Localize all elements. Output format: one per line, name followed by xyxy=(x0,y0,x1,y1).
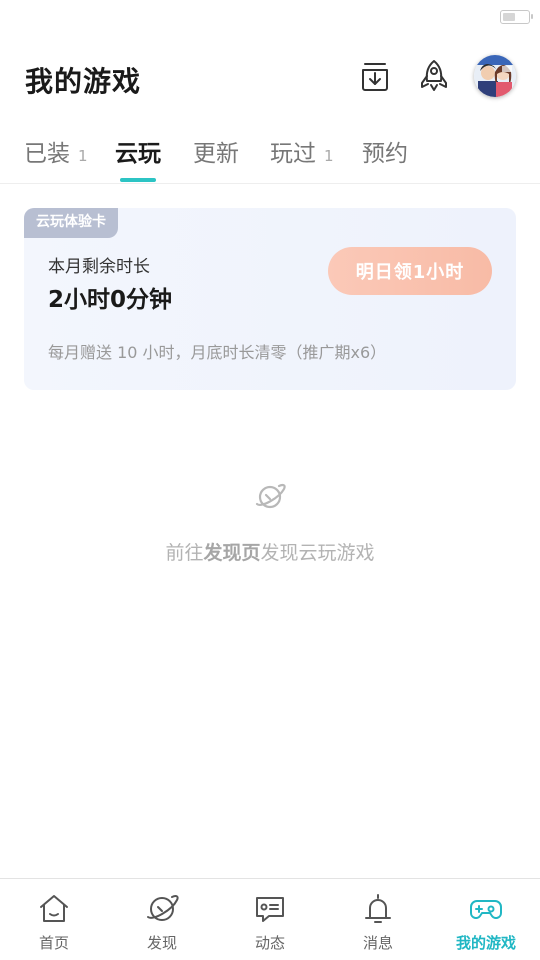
nav-label: 发现 xyxy=(146,934,177,952)
tab-count: 1 xyxy=(78,147,88,165)
chat-icon xyxy=(252,891,288,927)
tab-updates[interactable]: 更新 xyxy=(193,134,239,168)
home-icon xyxy=(36,891,72,927)
nav-feed[interactable]: 动态 xyxy=(216,879,324,960)
tab-label: 云玩 xyxy=(115,141,161,167)
tab-label: 更新 xyxy=(193,141,239,167)
tab-played[interactable]: 玩过 1 xyxy=(270,134,334,168)
nav-messages[interactable]: 消息 xyxy=(324,879,432,960)
tab-active-indicator xyxy=(120,178,156,182)
nav-discover[interactable]: 发现 xyxy=(108,879,216,960)
bell-icon xyxy=(360,891,396,927)
battery-icon xyxy=(500,10,533,24)
planet-icon xyxy=(144,891,180,927)
status-bar xyxy=(0,0,540,36)
tab-reservations[interactable]: 预约 xyxy=(362,134,408,168)
header: 我的游戏 xyxy=(0,50,540,106)
cloud-play-card: 云玩体验卡 本月剩余时长 2小时0分钟 明日领1小时 每月赠送 10 小时，月底… xyxy=(24,208,516,390)
gamepad-icon xyxy=(468,891,504,927)
discover-page-link[interactable]: 发现页 xyxy=(203,542,260,564)
nav-label: 消息 xyxy=(362,934,393,952)
tab-label: 预约 xyxy=(362,141,408,167)
tab-label: 已装 xyxy=(24,141,70,167)
rocket-icon[interactable] xyxy=(414,56,454,96)
remaining-time-label: 本月剩余时长 xyxy=(48,257,150,277)
empty-state: 前往发现页发现云玩游戏 xyxy=(0,480,540,565)
tab-cloud-play[interactable]: 云玩 xyxy=(115,134,161,168)
tab-installed[interactable]: 已装 1 xyxy=(24,134,88,168)
page-title: 我的游戏 xyxy=(25,65,142,98)
claim-hour-button[interactable]: 明日领1小时 xyxy=(328,247,492,295)
cloud-card-tag: 云玩体验卡 xyxy=(24,208,118,238)
tab-bar: 已装 1 云玩 更新 玩过 1 预约 xyxy=(0,130,540,184)
empty-prefix: 前往 xyxy=(165,542,204,564)
avatar[interactable] xyxy=(474,55,516,97)
planet-icon xyxy=(253,480,287,514)
nav-label: 动态 xyxy=(254,934,285,952)
empty-state-text: 前往发现页发现云玩游戏 xyxy=(0,538,540,565)
cloud-card-note: 每月赠送 10 小时，月底时长清零（推广期x6） xyxy=(48,343,387,362)
download-icon[interactable] xyxy=(355,56,395,96)
nav-home[interactable]: 首页 xyxy=(0,879,108,960)
empty-suffix: 发现云玩游戏 xyxy=(260,542,375,564)
bottom-nav: 首页 发现 动态 消息 我的游戏 xyxy=(0,878,540,960)
nav-label: 我的游戏 xyxy=(455,934,516,952)
remaining-time-value: 2小时0分钟 xyxy=(48,287,173,313)
nav-label: 首页 xyxy=(38,934,69,952)
tab-count: 1 xyxy=(324,147,334,165)
tab-label: 玩过 xyxy=(270,141,316,167)
nav-my-games[interactable]: 我的游戏 xyxy=(432,879,540,960)
